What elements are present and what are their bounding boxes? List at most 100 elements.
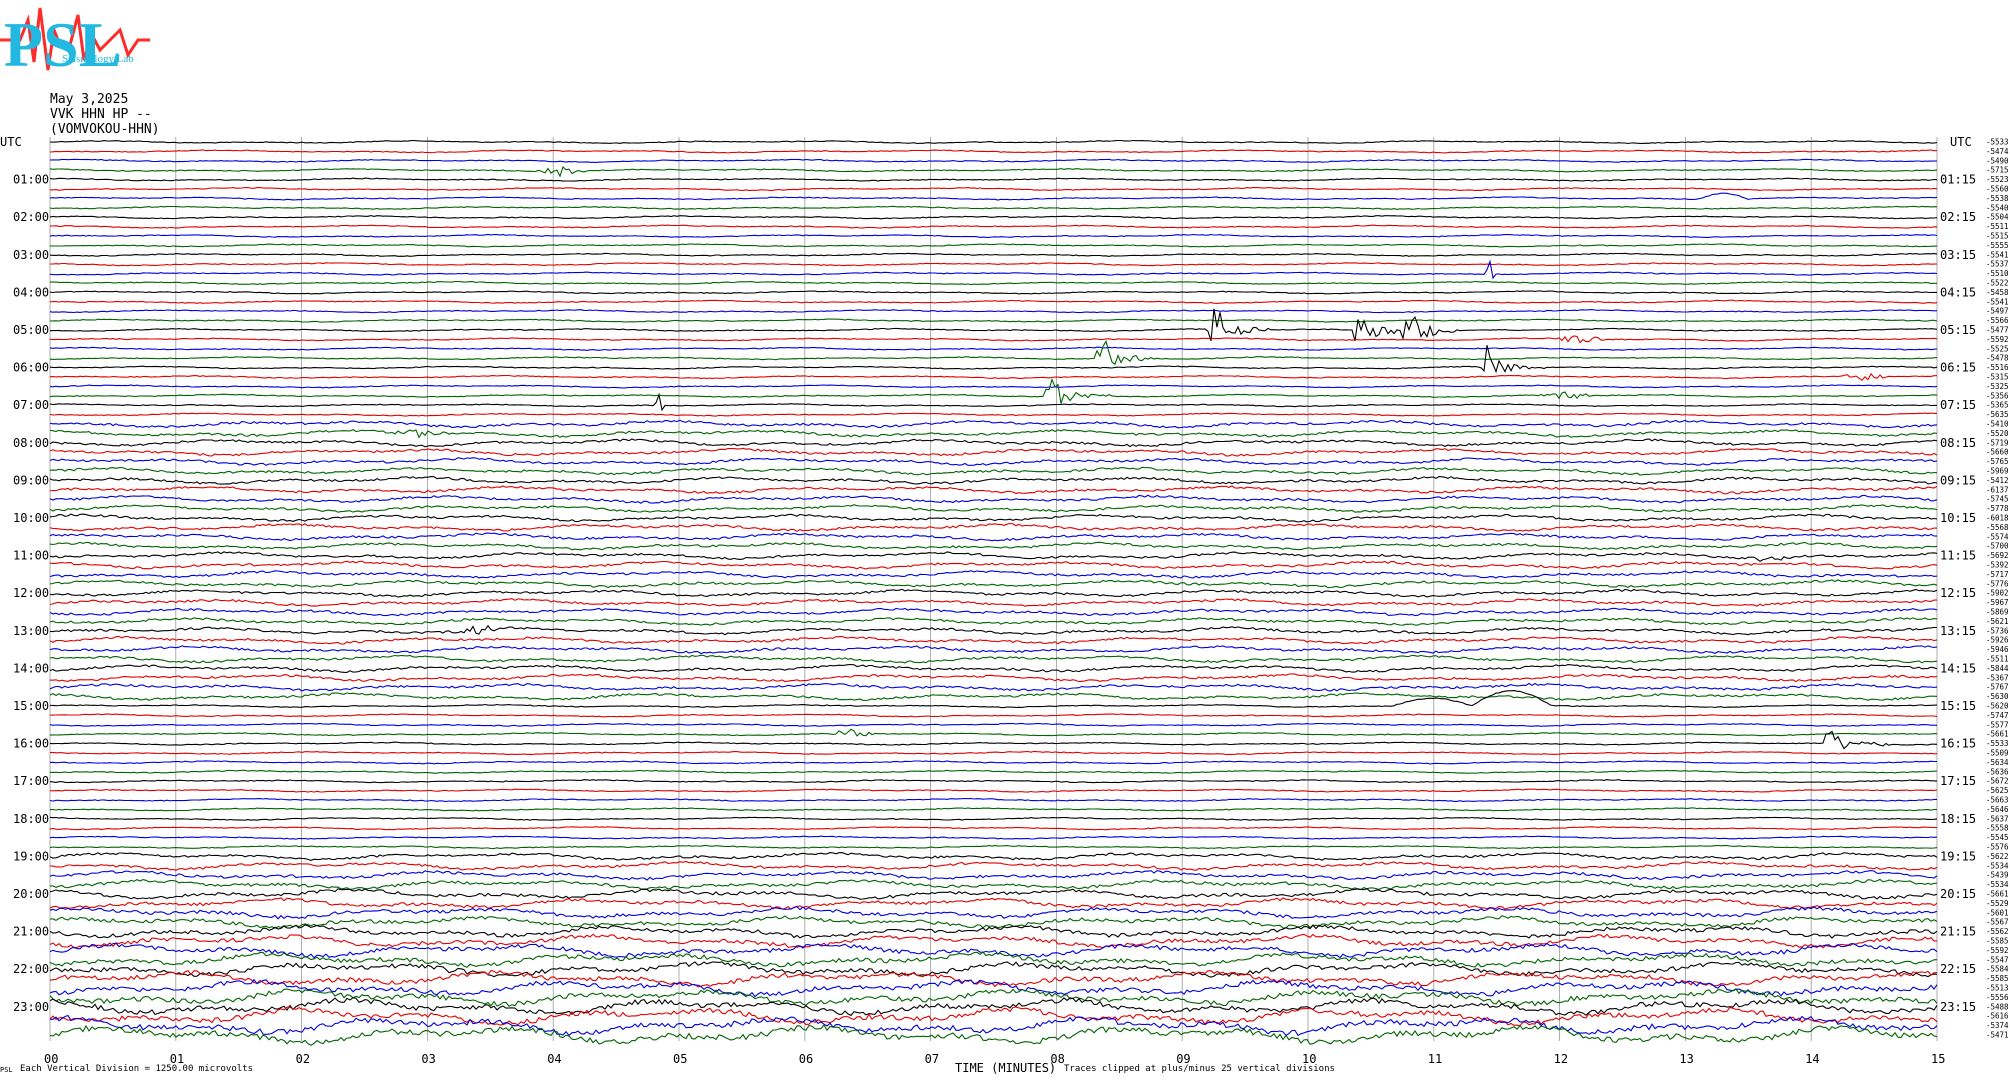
helicorder-plot: UTC 01:00 02:00 03:00 04:00 05:00 06:00 07:00 08… (0, 135, 2009, 1066)
trace-row-75 (49, 844, 1938, 850)
offset-17: -5541 (1986, 297, 2009, 306)
left-label-15: 15:00 (13, 699, 49, 713)
trace-row-45 (49, 560, 1938, 570)
trace-row-29 (49, 412, 1937, 417)
trace-row-3 (49, 166, 1938, 178)
right-label-16: 16:15 (1940, 737, 1976, 751)
right-label-10: 10:15 (1940, 511, 1976, 525)
left-label-14: 14:00 (13, 661, 49, 675)
offset-73: -5558 (1986, 824, 2009, 833)
trace-row-18 (49, 309, 1938, 314)
trace-row-84 (49, 924, 1938, 939)
offset-26: -5325 (1986, 382, 2009, 391)
trace-row-4 (49, 177, 1938, 182)
trace-row-56 (49, 663, 1938, 673)
trace-row-54 (49, 645, 1938, 655)
trace-row-55 (49, 654, 1938, 664)
offset-30: -5410 (1986, 420, 2009, 429)
offset-66: -5634 (1986, 758, 2009, 767)
offset-38: -5745 (1986, 495, 2009, 504)
trace-row-62 (49, 722, 1938, 727)
offset-49: -5967 (1986, 598, 2009, 607)
trace-row-68 (49, 779, 1938, 784)
offset-94: -5374 (1986, 1021, 2009, 1030)
right-label-22: 22:15 (1940, 962, 1976, 976)
trace-row-22 (49, 346, 1938, 351)
offset-12: -5541 (1986, 250, 2009, 259)
trace-row-82 (49, 906, 1938, 920)
trace-row-25 (49, 372, 1937, 382)
trace-row-40 (49, 513, 1938, 523)
right-time-labels: UTC 01:15 02:15 03:15 04:15 05:15 06:15 07:15 08… (1940, 135, 1976, 1014)
trace-row-53 (49, 635, 1938, 645)
right-label-7: 07:15 (1940, 398, 1976, 412)
right-label-23: 23:15 (1940, 1000, 1976, 1014)
offset-82: -5601 (1986, 908, 2009, 917)
trace-row-50 (49, 607, 1938, 617)
trace-row-7 (49, 205, 1938, 210)
right-label-3: 03:15 (1940, 248, 1976, 262)
left-label-4: 04:00 (13, 285, 49, 299)
right-label-9: 09:15 (1940, 473, 1976, 487)
offset-4: -5523 (1986, 175, 2009, 184)
right-label-20: 20:15 (1940, 887, 1976, 901)
trace-row-35 (49, 466, 1938, 476)
trace-row-13 (50, 262, 1938, 267)
trace-row-61 (50, 713, 1938, 718)
trace-row-87 (49, 951, 1938, 968)
offset-5: -5560 (1986, 185, 2009, 194)
offset-76: -5622 (1986, 852, 2009, 861)
left-label-21: 21:00 (13, 925, 49, 939)
trace-row-34 (49, 457, 1938, 466)
right-label-2: 02:15 (1940, 210, 1976, 224)
trace-row-21 (49, 335, 1938, 344)
left-label-11: 11:00 (13, 549, 49, 563)
offset-44: -5692 (1986, 551, 2009, 560)
offset-48: -5902 (1986, 589, 2009, 598)
right-label-17: 17:15 (1940, 774, 1976, 788)
trace-row-49 (49, 598, 1938, 607)
left-label-16: 16:00 (13, 737, 49, 751)
clip-note: Traces clipped at plus/minus 25 vertical… (1064, 1064, 1335, 1074)
offset-55: -5511 (1986, 655, 2009, 664)
offset-19: -5566 (1986, 316, 2009, 325)
division-note: Each Vertical Division = 1250.00 microvo… (20, 1064, 253, 1074)
trace-row-38 (49, 494, 1938, 504)
x-tick-05: 05 (673, 1052, 687, 1066)
offset-81: -5529 (1986, 899, 2009, 908)
right-label-11: 11:15 (1940, 549, 1976, 563)
trace-row-10 (49, 233, 1938, 238)
trace-row-11 (49, 243, 1938, 248)
x-tick-02: 02 (296, 1052, 310, 1066)
trace-row-32 (49, 438, 1938, 448)
left-label-0: UTC (0, 135, 22, 149)
trace-row-43 (49, 541, 1938, 551)
offset-56: -5844 (1986, 664, 2009, 673)
offset-78: -5439 (1986, 871, 2009, 880)
offset-1: -5474 (1986, 147, 2009, 156)
trace-row-1 (49, 149, 1938, 154)
offset-91: -5556 (1986, 993, 2009, 1002)
x-tick-14: 14 (1805, 1052, 1819, 1066)
offset-93: -5616 (1986, 1012, 2009, 1021)
trace-row-17 (49, 299, 1938, 304)
trace-row-86 (49, 942, 1938, 959)
trace-row-63 (49, 728, 1938, 737)
trace-row-79 (50, 878, 1938, 890)
offset-88: -5584 (1986, 965, 2009, 974)
offset-52: -5736 (1986, 626, 2009, 635)
trace-row-39 (49, 504, 1938, 513)
trace-row-2 (49, 158, 1938, 163)
x-tick-04: 04 (547, 1052, 561, 1066)
right-label-18: 18:15 (1940, 812, 1976, 826)
trace-row-85 (49, 933, 1938, 949)
offset-40: -6018 (1986, 514, 2009, 523)
trace-row-73 (49, 826, 1938, 831)
trace-row-66 (49, 760, 1937, 765)
right-label-1: 01:15 (1940, 173, 1976, 187)
trace-row-44 (49, 551, 1938, 562)
offset-53: -5926 (1986, 636, 2009, 645)
offset-31: -5520 (1986, 429, 2009, 438)
left-label-6: 06:00 (13, 361, 49, 375)
trace-row-57 (49, 673, 1938, 683)
